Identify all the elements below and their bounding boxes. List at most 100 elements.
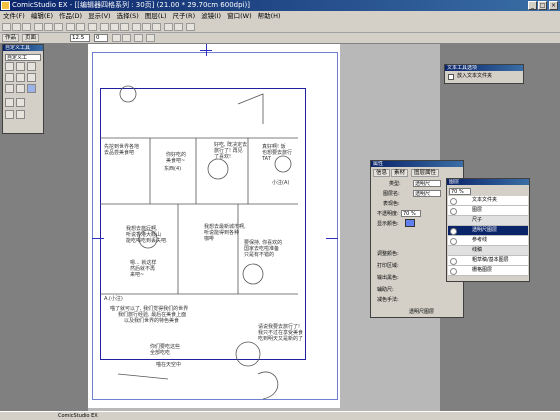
zoom-icon[interactable] <box>5 98 14 107</box>
layer-row-selected[interactable]: 透明尺图层 <box>448 226 528 236</box>
narration-3: 以及我们世界的特色美食 <box>124 318 180 324</box>
hand-icon[interactable] <box>27 84 36 93</box>
rotate-right-icon[interactable] <box>122 34 131 42</box>
maximize-icon[interactable]: □ <box>538 1 547 10</box>
property-icon[interactable] <box>152 23 161 31</box>
bubble-1: 先挖到世界各地 去品尝美食吧 <box>104 144 140 156</box>
redo-icon[interactable] <box>76 23 85 31</box>
app-icon <box>1 1 10 10</box>
menu-ruler[interactable]: 尺子(R) <box>170 11 199 21</box>
menu-work[interactable]: 作品(D) <box>56 11 85 21</box>
tab-info[interactable]: 信息 <box>373 169 391 177</box>
navigator-icon[interactable] <box>142 23 151 31</box>
guide-icon[interactable] <box>120 23 129 31</box>
property-panel-title: 属性 <box>371 161 463 167</box>
eye-icon[interactable] <box>450 238 457 245</box>
menu-filter[interactable]: 滤镜(I) <box>198 11 224 21</box>
layer-row[interactable]: 尺子 <box>448 216 528 226</box>
tab-page[interactable]: 页面 <box>22 34 40 42</box>
cut-icon[interactable] <box>34 23 43 31</box>
close-icon[interactable]: × <box>549 1 558 10</box>
marker-icon[interactable] <box>27 62 36 71</box>
bubble-8: 要保持, 你喜欢的 国家去吃啦准备 只是有不错的 <box>244 240 283 258</box>
menu-select[interactable]: 选择(S) <box>114 11 142 21</box>
pen-icon[interactable] <box>5 62 14 71</box>
layer-row[interactable]: 线稿 <box>448 246 528 256</box>
eye-icon[interactable] <box>450 198 457 205</box>
layer-icon[interactable] <box>132 23 141 31</box>
zoom-combo[interactable]: 12.5 <box>70 34 90 42</box>
type-field[interactable]: 透明尺 <box>413 180 441 187</box>
undo-icon[interactable] <box>66 23 75 31</box>
grid-icon[interactable] <box>100 23 109 31</box>
layer-row[interactable]: 文本文件夹 <box>448 196 528 206</box>
layer-row[interactable]: 图层 <box>448 206 528 216</box>
eye-icon[interactable] <box>450 208 457 215</box>
tool-panel-title: 自定义工具 <box>3 45 43 51</box>
menu-window[interactable]: 窗口(W) <box>224 11 255 21</box>
move-icon[interactable] <box>5 110 14 119</box>
tool-preset-field[interactable]: 自定义工 <box>5 54 41 61</box>
help-icon[interactable] <box>186 23 195 31</box>
flip-icon[interactable] <box>134 34 143 42</box>
bubble-6: 我想去最新城市啊, 听说能得到各种 咖啡 <box>204 224 246 242</box>
tab-work[interactable]: 作品 <box>2 34 20 42</box>
eye-icon[interactable] <box>450 228 457 235</box>
pencil-icon[interactable] <box>16 62 25 71</box>
eye-icon[interactable] <box>450 268 457 275</box>
menu-layer[interactable]: 图层(L) <box>142 11 170 21</box>
eraser-icon[interactable] <box>16 73 25 82</box>
save-icon[interactable] <box>22 23 31 31</box>
bubble-4: 真好啊! 饭 也想要去旅行 TAT <box>262 144 293 162</box>
bubble-3: 好吃, 既决定去 旅行了! 再见 了喜欢! <box>214 142 248 160</box>
ruler-toggle-icon[interactable] <box>110 23 119 31</box>
star-icon[interactable] <box>16 98 25 107</box>
bubble-2: 你好吃的 美食吧~ <box>166 152 187 164</box>
layer-row[interactable]: 参考线 <box>448 236 528 246</box>
fill-icon[interactable] <box>5 84 14 93</box>
text-folder-checkbox[interactable] <box>448 74 454 80</box>
copy-icon[interactable] <box>44 23 53 31</box>
new-icon[interactable] <box>2 23 11 31</box>
output-black-label: 输出黑色: <box>377 275 399 281</box>
open-icon[interactable] <box>12 23 21 31</box>
tab-layer-property[interactable]: 图层属性 <box>411 169 440 177</box>
display-color-swatch[interactable] <box>405 219 415 227</box>
crop-mark-right <box>326 238 338 239</box>
menu-view[interactable]: 显示(V) <box>85 11 114 21</box>
dropper-icon[interactable] <box>27 73 36 82</box>
tab-material[interactable]: 素材 <box>391 169 409 177</box>
text-panel-title: 文本工具选项 <box>445 65 523 71</box>
menu-bar: 文件(F) 编辑(E) 作品(D) 显示(V) 选择(S) 图层(L) 尺子(R) 滤镜(I)… <box>0 11 560 21</box>
print-icon[interactable] <box>88 23 97 31</box>
layer-row[interactable]: 粗草稿/基本图层 <box>448 256 528 266</box>
paste-icon[interactable] <box>54 23 63 31</box>
layer-opacity-field[interactable]: 70 % <box>449 188 471 195</box>
angle-combo[interactable]: 0 <box>94 34 108 42</box>
note-1: A.(小注) <box>104 296 123 302</box>
rotate-left-icon[interactable] <box>112 34 121 42</box>
menu-help[interactable]: 帮助(H) <box>255 11 284 21</box>
fit-icon[interactable] <box>146 34 155 42</box>
bubble-7: 嗯... 就这样 然后就不再 来吧~ <box>130 260 157 278</box>
layer-name-field[interactable]: 透明尺 <box>413 190 441 197</box>
bubble-10: 你们要吃这些 全部吃吃 <box>150 344 181 356</box>
brush-icon[interactable] <box>5 73 14 82</box>
display-label: 表现色: <box>383 201 400 207</box>
eye-icon[interactable] <box>450 258 457 265</box>
text-tool-panel: 文本工具选项 放入文本文件夹 <box>444 64 524 84</box>
opacity-field[interactable]: 70 % <box>401 210 421 217</box>
material-icon[interactable] <box>174 23 183 31</box>
menu-edit[interactable]: 编辑(E) <box>28 11 56 21</box>
menu-file[interactable]: 文件(F) <box>0 11 28 21</box>
ruler-icon[interactable] <box>16 110 25 119</box>
crop-mark-top-v <box>206 44 207 56</box>
status-bar: ComicStudio EX <box>0 411 560 420</box>
lasso-icon[interactable] <box>16 84 25 93</box>
opacity-label: 不透明度: <box>377 211 399 217</box>
layer-row[interactable]: 栅格图层 <box>448 266 528 276</box>
minimize-icon[interactable]: _ <box>528 1 537 10</box>
layer-panel-title: 图层 <box>447 179 529 185</box>
note-2: 小注(A) <box>272 180 290 186</box>
tone-icon[interactable] <box>164 23 173 31</box>
